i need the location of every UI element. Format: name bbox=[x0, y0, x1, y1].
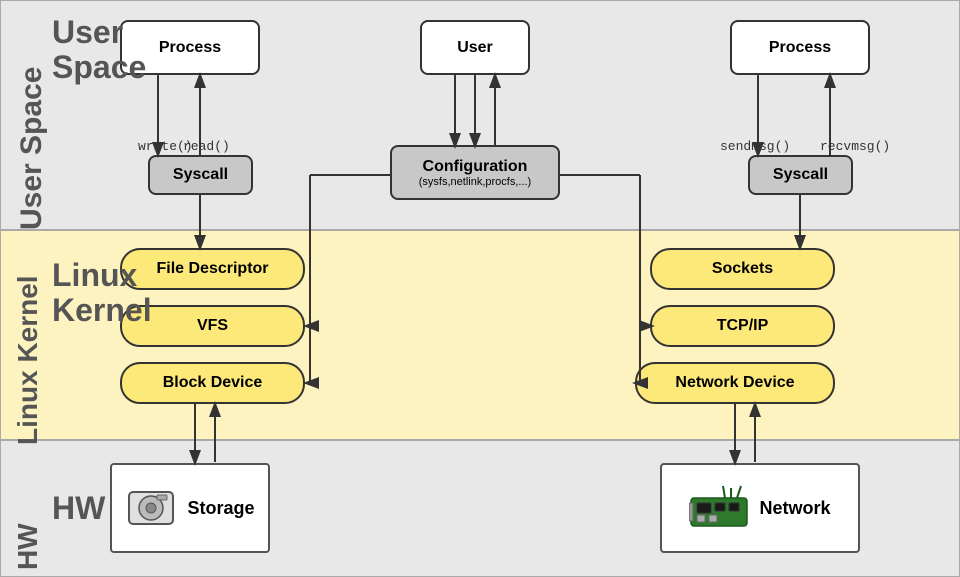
network-box: Network bbox=[660, 463, 860, 553]
user-center-box: User bbox=[420, 20, 530, 75]
storage-box: Storage bbox=[110, 463, 270, 553]
file-descriptor-label: File Descriptor bbox=[156, 260, 268, 278]
process-left-label: Process bbox=[159, 39, 221, 57]
block-device-box: Block Device bbox=[120, 362, 305, 404]
configuration-sub: (sysfs,netlink,procfs,...) bbox=[419, 176, 531, 188]
configuration-content: Configuration (sysfs,netlink,procfs,...) bbox=[419, 158, 531, 188]
network-label: Network bbox=[759, 498, 830, 519]
storage-label: Storage bbox=[187, 498, 254, 519]
vfs-label: VFS bbox=[197, 317, 228, 335]
sockets-box: Sockets bbox=[650, 248, 835, 290]
kernel-label-text: LinuxKernel bbox=[52, 258, 122, 328]
sockets-label: Sockets bbox=[712, 260, 773, 278]
process-right-label: Process bbox=[769, 39, 831, 57]
syscall-left-box: Syscall bbox=[148, 155, 253, 195]
syscall-left-label: Syscall bbox=[173, 166, 228, 184]
tcp-ip-label: TCP/IP bbox=[717, 317, 769, 335]
process-right-box: Process bbox=[730, 20, 870, 75]
syscall-right-label: Syscall bbox=[773, 166, 828, 184]
configuration-box: Configuration (sysfs,netlink,procfs,...) bbox=[390, 145, 560, 200]
label-hw: HW bbox=[12, 450, 44, 570]
label-user-space: User Space bbox=[15, 10, 49, 230]
block-device-label: Block Device bbox=[163, 374, 263, 392]
network-icon bbox=[689, 483, 749, 533]
label-kernel: Linux Kernel bbox=[12, 245, 44, 445]
configuration-label: Configuration bbox=[423, 158, 528, 176]
storage-icon bbox=[125, 482, 177, 534]
diagram: User Space Linux Kernel HW Process User … bbox=[0, 0, 960, 577]
user-center-label: User bbox=[457, 39, 493, 57]
tcp-ip-box: TCP/IP bbox=[650, 305, 835, 347]
network-device-box: Network Device bbox=[635, 362, 835, 404]
syscall-right-box: Syscall bbox=[748, 155, 853, 195]
user-space-label-text: UserSpace bbox=[52, 15, 122, 85]
hw-label-text: HW bbox=[52, 490, 105, 527]
file-descriptor-box: File Descriptor bbox=[120, 248, 305, 290]
network-device-label: Network Device bbox=[675, 374, 794, 392]
